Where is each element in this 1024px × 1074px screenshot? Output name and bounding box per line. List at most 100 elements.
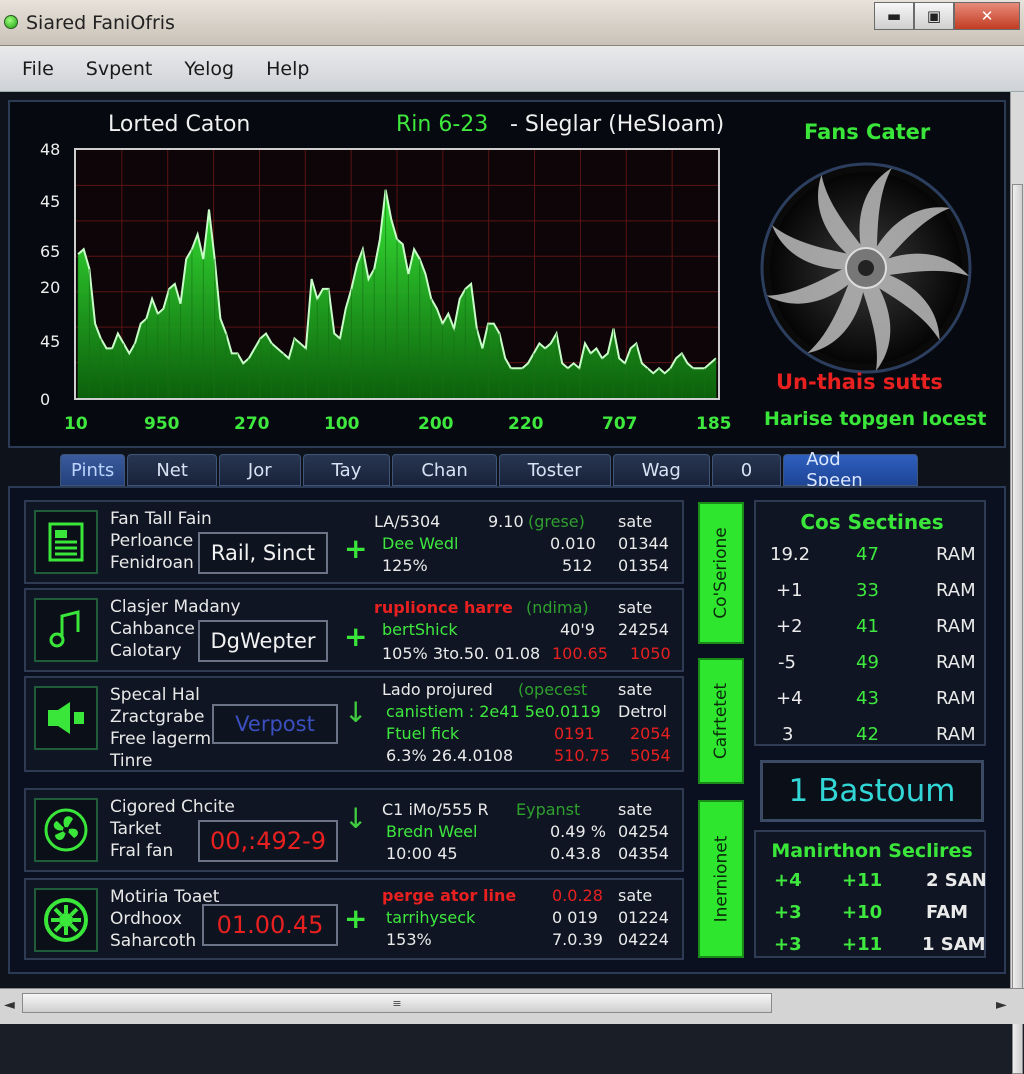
cos-unit: RAM [936,544,976,565]
tab-jor[interactable]: Jor [218,454,301,486]
music-note-icon [34,598,98,662]
row-label: Cigored Chcite [110,797,235,817]
row-label: Zractgrabe [110,707,205,727]
row-metric: Bredn Weel [386,822,478,841]
chart-subtitle: - Sleglar (HeSIoam) [510,112,725,137]
row-status: sate [618,680,653,699]
app-window: Siared FaniOfris ▬ ▣ ✕ File Svpent Yelog… [0,0,1024,1074]
increment-button[interactable]: + [344,902,367,935]
row-metric: 125% [382,556,428,575]
value-field[interactable]: DgWepter [198,620,328,662]
row-status: 04254 [618,822,669,841]
side-button-inernionet[interactable]: Inernionet [698,800,744,958]
increment-button[interactable]: + [344,620,367,653]
row-value: 0.0.28 [552,886,603,905]
window-controls: ▬ ▣ ✕ [874,2,1020,30]
side-button-label: Cafrtetet [711,682,731,760]
fan-row[interactable]: Motiria Toaet Ordhoox Saharcoth 01.00.45… [24,878,684,960]
row-status: sate [618,800,653,819]
tab-zero[interactable]: 0 [711,454,782,486]
decrement-button[interactable]: ↓ [344,802,367,835]
man-value: +11 [842,934,883,955]
row-status: 04354 [618,844,669,863]
chart-svg [76,150,718,398]
menu-file[interactable]: File [12,58,64,80]
tab-net[interactable]: Net [127,454,217,486]
cos-row: 3 42 RAM [756,724,988,756]
horizontal-scroll-thumb[interactable]: ≡ [22,993,772,1013]
fan-row[interactable]: Clasjer Madany Cahbance Calotary DgWepte… [24,588,684,672]
fan-status-warning: Un-thais sutts [776,370,943,394]
y-tick-label: 45 [40,332,61,351]
add-speed-button[interactable]: Aod Speen [783,449,918,491]
x-tick-label: 220 [508,414,544,434]
side-button-cafrtetet[interactable]: Cafrtetet [698,658,744,784]
cos-offset: 19.2 [770,544,811,565]
window-title: Siared FaniOfris [26,12,175,34]
value-field[interactable]: Verpost [212,704,338,744]
fan-row[interactable]: Fan Tall Fain Perloance Fenidroan Rail, … [24,500,684,584]
scroll-right-arrow-icon[interactable]: ► [996,997,1007,1013]
vertical-scroll-thumb[interactable] [1012,184,1023,1074]
man-value: +10 [842,902,883,923]
fan-row[interactable]: Cigored Chcite Tarket Fral fan 00,:492-9… [24,788,684,872]
scroll-left-arrow-icon[interactable]: ◄ [4,997,15,1013]
x-tick-label: 100 [324,414,360,434]
cos-row: -5 49 RAM [756,652,988,684]
value-field[interactable]: 01.00.45 [202,904,338,946]
cos-unit: RAM [936,616,976,637]
fan-icon [34,798,98,862]
maximize-button[interactable]: ▣ [914,2,954,30]
tab-wag[interactable]: Wag [612,454,710,486]
menu-help[interactable]: Help [256,58,319,80]
menu-svpent[interactable]: Svpent [76,58,163,80]
x-tick-label: 270 [234,414,270,434]
cos-offset: +2 [776,616,803,637]
minimize-button[interactable]: ▬ [874,2,914,30]
value-field[interactable]: 00,:492-9 [198,820,338,862]
row-value: (opecest [518,680,588,699]
cos-unit: RAM [936,724,976,745]
cos-row: +4 43 RAM [756,688,988,720]
row-value: 512 [562,556,593,575]
increment-button[interactable]: + [344,532,367,565]
cos-value: 41 [856,616,879,637]
title-bar[interactable]: Siared FaniOfris ▬ ▣ ✕ [0,0,1024,46]
side-button-serione[interactable]: Co'Serione [698,502,744,644]
row-label: Specal Hal [110,685,200,705]
row-labels: Specal Hal Zractgrabe Free lagerm Tinre [110,684,211,772]
row-metric: LA/5304 [374,512,441,531]
cos-row: +2 41 RAM [756,616,988,648]
row-value: 0.010 [550,534,596,553]
man-value: +11 [842,870,883,891]
cos-value: 47 [856,544,879,565]
row-status: sate [618,598,653,617]
decrement-button[interactable]: ↓ [344,696,367,729]
cos-value: 49 [856,652,879,673]
cos-offset: +1 [776,580,803,601]
row-value: 7.0.39 [552,930,603,949]
value-field[interactable]: Rail, Sinct [198,532,328,574]
bastoum-display[interactable]: 1 Bastoum [760,760,984,822]
man-offset: +4 [774,870,802,891]
fan-row[interactable]: Specal Hal Zractgrabe Free lagerm Tinre … [24,676,684,772]
fan-panel-title: Fans Cater [804,120,931,144]
row-value: 510.75 [554,746,610,765]
cos-row: +1 33 RAM [756,580,988,612]
row-label: Fan Tall Fain [110,509,212,529]
tab-chan[interactable]: Chan [392,454,497,486]
menu-yelog[interactable]: Yelog [174,58,244,80]
row-label: Free lagerm [110,729,212,749]
tab-toster[interactable]: Toster [498,454,611,486]
close-button[interactable]: ✕ [954,2,1020,30]
man-offset: +3 [774,934,802,955]
row-value: 0191 [554,724,595,743]
vertical-scrollbar[interactable] [1010,92,1024,1074]
tab-pints[interactable]: Pints [60,454,126,486]
row-status: 04224 [618,930,669,949]
y-tick-label: 20 [40,278,61,297]
tab-tay[interactable]: Tay [302,454,391,486]
x-tick-label: 185 [696,414,732,434]
horizontal-scrollbar[interactable]: ◄ ≡ ► [0,988,1024,1024]
row-value: (grese) [528,512,585,531]
